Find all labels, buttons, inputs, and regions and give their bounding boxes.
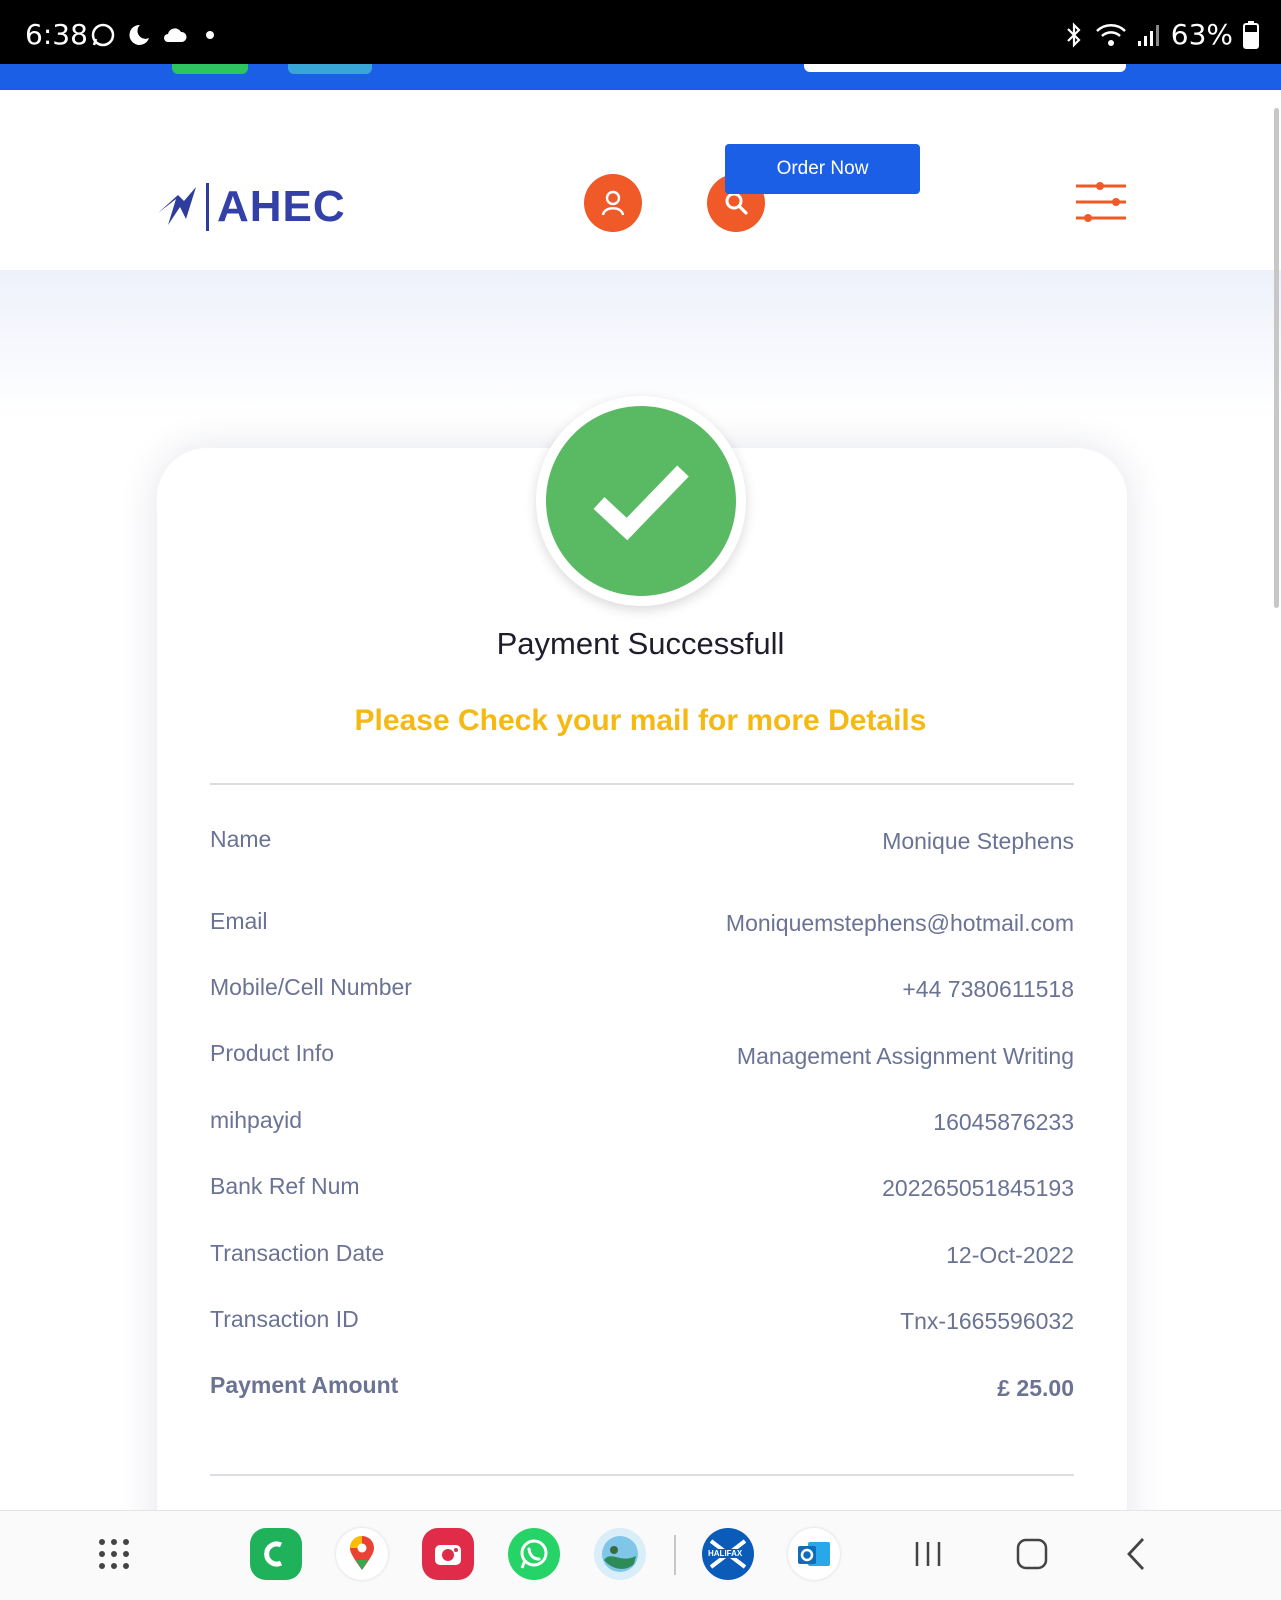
transaction-date-value: 12-Oct-2022: [946, 1242, 1074, 1268]
site-header: AHEC Order Now: [0, 90, 1281, 270]
account-button[interactable]: [584, 174, 642, 232]
payment-amount-value: £ 25.00: [997, 1375, 1074, 1401]
bank-ref-label: Bank Ref Num: [210, 1173, 360, 1199]
order-now-button[interactable]: Order Now: [725, 144, 920, 194]
status-time: 6:38: [25, 18, 88, 51]
product-info-value: Management Assignment Writing: [736, 1043, 1074, 1069]
whatsapp-notification-icon: [91, 23, 115, 47]
banner-teal-tab[interactable]: [288, 64, 372, 74]
halifax-app-button[interactable]: HALIFAX: [702, 1528, 754, 1580]
recent-apps-button[interactable]: [902, 1528, 954, 1580]
maps-app-button[interactable]: [336, 1528, 388, 1580]
call-app-button[interactable]: [250, 1528, 302, 1580]
payment-amount-label: Payment Amount: [210, 1372, 399, 1398]
sleep-mode-icon: [129, 24, 149, 45]
email-value: Moniquemstephens@hotmail.com: [725, 910, 1074, 936]
site-logo[interactable]: AHEC: [156, 182, 346, 232]
battery-icon: [1243, 20, 1259, 49]
success-circle: [546, 406, 736, 596]
signal-icon: [1137, 24, 1159, 46]
details-bottom-divider: [210, 1474, 1074, 1476]
status-bar: 6:38 63%: [0, 0, 1281, 64]
payment-status-title: Payment Successfull: [496, 626, 785, 661]
maps-icon: [350, 1536, 374, 1570]
product-info-label: Product Info: [210, 1040, 335, 1066]
outlook-icon: [798, 1542, 830, 1566]
android-taskbar: HALIFAX: [0, 1510, 1281, 1600]
call-app-icon: [264, 1541, 283, 1567]
taskbar-separator: [674, 1535, 676, 1575]
whatsapp-icon: [520, 1539, 548, 1569]
home-button[interactable]: [1006, 1528, 1058, 1580]
name-value: Monique Stephens: [882, 828, 1074, 854]
gallery-app-button[interactable]: [594, 1528, 646, 1580]
bank-ref-value: 202265051845193: [882, 1175, 1074, 1201]
name-label: Name: [210, 826, 272, 852]
gallery-icon: [602, 1536, 638, 1572]
banner-green-tab[interactable]: [172, 64, 248, 74]
more-notifications-dot: [206, 31, 214, 39]
bluetooth-icon: [1066, 21, 1081, 48]
apps-grid-button[interactable]: [88, 1528, 140, 1580]
transaction-id-value: Tnx-1665596032: [900, 1308, 1074, 1334]
success-badge: [536, 396, 746, 606]
camera-icon: [435, 1545, 461, 1565]
transaction-date-label: Transaction Date: [210, 1240, 385, 1266]
back-icon: [1127, 1538, 1145, 1570]
wifi-icon: [1095, 23, 1126, 46]
apps-grid-icon: [99, 1539, 129, 1569]
recent-apps-icon: [915, 1542, 941, 1566]
battery-percentage: 63%: [1170, 18, 1233, 51]
camera-app-button[interactable]: [422, 1528, 474, 1580]
check-mail-notice: Please Check your mail for more Details: [354, 704, 927, 737]
outlook-app-button[interactable]: [788, 1528, 840, 1580]
status-notification-icons: [90, 22, 214, 48]
payment-card: [157, 448, 1127, 1600]
page-scrollbar[interactable]: [1274, 108, 1279, 608]
logo-text: AHEC: [217, 182, 346, 231]
mihpayid-label: mihpayid: [210, 1107, 303, 1133]
status-system-icons: 63%: [1063, 18, 1259, 51]
user-icon: [601, 190, 625, 216]
halifax-label: HALIFAX: [707, 1549, 744, 1558]
back-button[interactable]: [1110, 1528, 1162, 1580]
filter-menu-icon[interactable]: [1072, 178, 1130, 226]
email-label: Email: [210, 908, 268, 934]
logo-divider: [206, 183, 209, 231]
whatsapp-app-button[interactable]: [508, 1528, 560, 1580]
details-top-divider: [210, 783, 1074, 785]
mihpayid-value: 16045876233: [933, 1109, 1074, 1135]
checkmark-icon: [593, 465, 689, 541]
home-icon: [1016, 1538, 1048, 1570]
logo-bird-icon: [158, 187, 196, 225]
mobile-value: +44 7380611518: [902, 976, 1074, 1002]
mobile-label: Mobile/Cell Number: [210, 974, 412, 1000]
transaction-id-label: Transaction ID: [210, 1306, 359, 1332]
banner-input[interactable]: [804, 64, 1126, 72]
cloud-sync-icon: [164, 28, 187, 42]
